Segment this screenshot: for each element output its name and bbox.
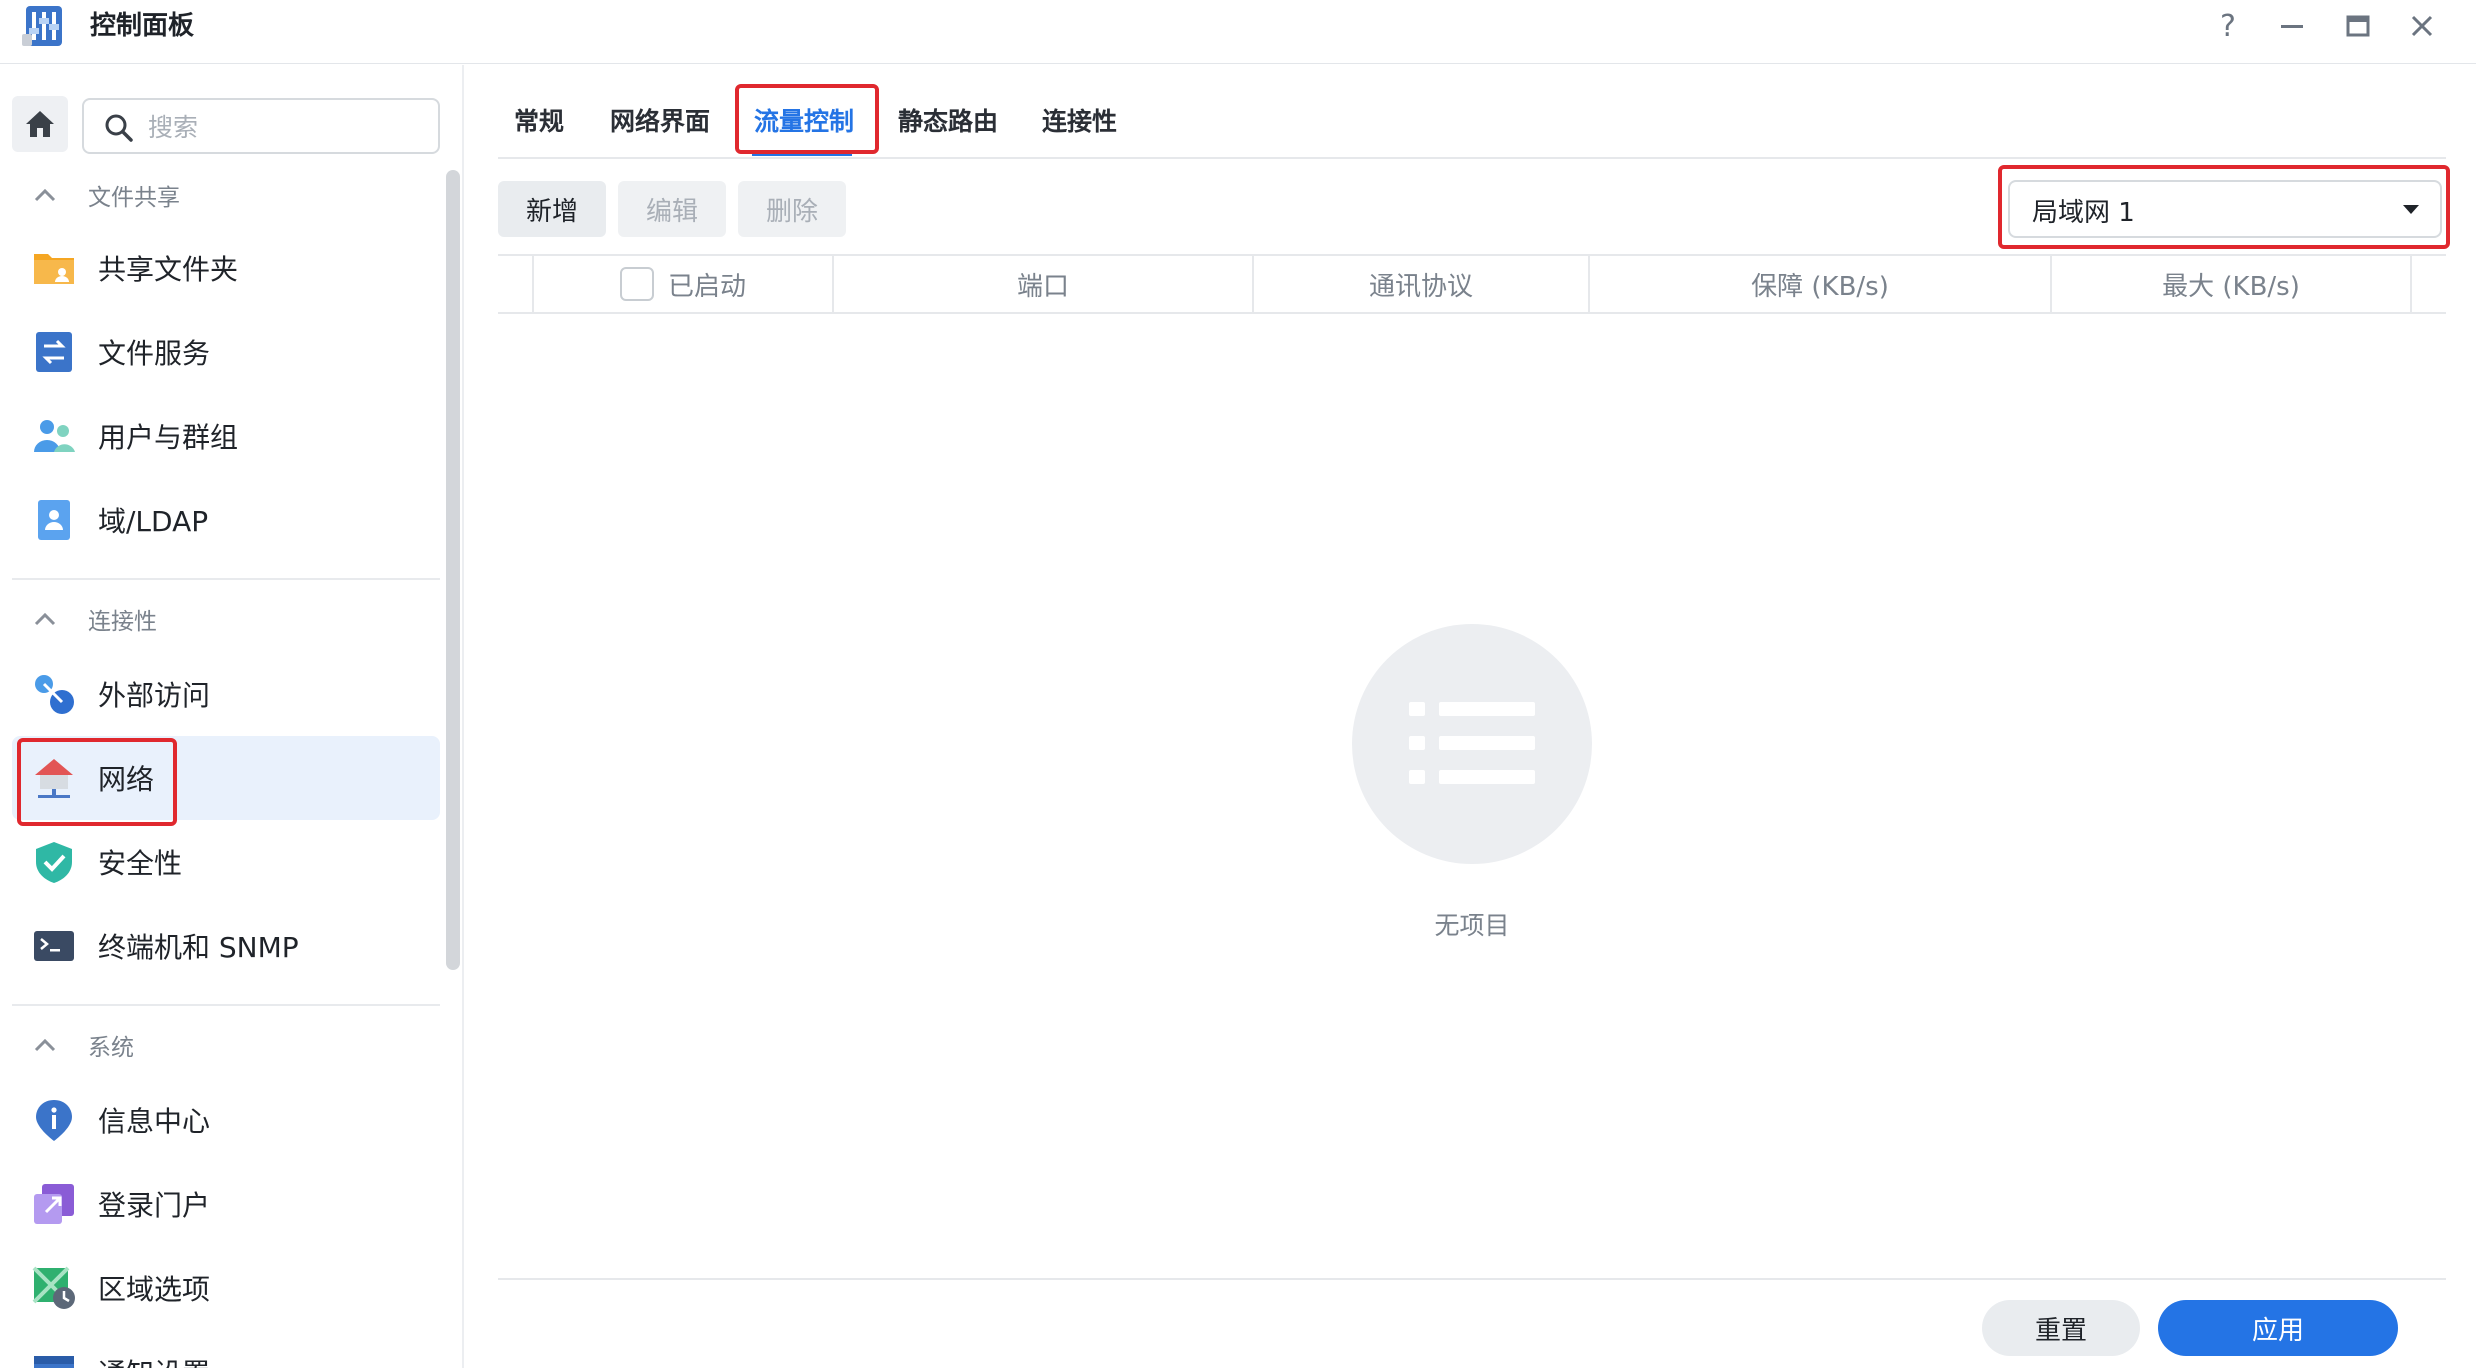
sidebar-item-domain-ldap[interactable]: 域/LDAP <box>12 478 440 562</box>
table-header-spacer <box>498 256 532 312</box>
chevron-up-icon <box>34 612 56 626</box>
chevron-up-icon <box>34 188 56 202</box>
maximize-button[interactable] <box>2336 6 2380 46</box>
highlight-traffic-control-tab <box>735 84 879 154</box>
info-icon <box>36 1100 72 1141</box>
tab-connectivity[interactable]: 连接性 <box>1042 100 1117 160</box>
sidebar-item-label: 共享文件夹 <box>98 253 239 286</box>
sidebar-divider <box>12 578 440 580</box>
close-icon <box>2411 15 2433 37</box>
maximize-icon <box>2346 15 2370 37</box>
notification-icon <box>34 1356 74 1368</box>
column-label: 已启动 <box>667 271 746 302</box>
section-title: 系统 <box>88 1035 134 1061</box>
highlight-network-item <box>17 738 177 826</box>
file-services-icon <box>36 332 72 372</box>
table-header: 已启动 端口 通讯协议 保障 (KB/s) 最大 (KB/s) <box>498 254 2446 314</box>
minimize-button[interactable] <box>2270 6 2314 46</box>
sidebar-item-shared-folder[interactable]: 共享文件夹 <box>12 226 440 310</box>
column-label: 通讯协议 <box>1368 271 1473 302</box>
sidebar-item-label: 终端机和 SNMP <box>98 931 299 964</box>
terminal-icon <box>34 931 74 961</box>
column-port[interactable]: 端口 <box>832 256 1252 312</box>
edit-button[interactable]: 编辑 <box>618 181 726 237</box>
home-icon <box>26 111 54 137</box>
sidebar-item-info-center[interactable]: 信息中心 <box>12 1078 440 1162</box>
tab-label: 连接性 <box>1042 107 1118 136</box>
sidebar: 文件共享 共享文件夹 文件服务 用户与群组 域/L <box>0 65 464 1368</box>
search-icon <box>105 114 133 142</box>
shared-folder-icon <box>34 254 74 284</box>
close-button[interactable] <box>2400 6 2444 46</box>
table-header-end <box>2410 256 2446 312</box>
select-all-checkbox[interactable] <box>619 267 654 301</box>
column-enabled[interactable]: 已启动 <box>532 256 832 312</box>
sidebar-item-label: 信息中心 <box>98 1105 211 1138</box>
external-access-icon <box>35 675 74 714</box>
empty-state-illustration <box>1352 624 1592 864</box>
reset-button[interactable]: 重置 <box>1982 1300 2140 1356</box>
sidebar-item-label: 用户与群组 <box>98 421 239 454</box>
home-button[interactable] <box>12 96 68 152</box>
sidebar-item-external-access[interactable]: 外部访问 <box>12 652 440 736</box>
sidebar-item-regional-options[interactable]: 区域选项 <box>12 1246 440 1330</box>
column-maximum[interactable]: 最大 (KB/s) <box>2050 256 2410 312</box>
window-title: 控制面板 <box>90 11 195 41</box>
column-label: 保障 (KB/s) <box>1751 271 1889 302</box>
title-bar: 控制面板 ? <box>0 0 2476 64</box>
shield-icon <box>36 842 72 883</box>
tab-label: 网络界面 <box>610 107 711 136</box>
empty-state-text: 无项目 <box>1434 911 1510 940</box>
section-header-connectivity[interactable]: 连接性 <box>30 599 157 639</box>
tab-static-route[interactable]: 静态路由 <box>898 100 998 160</box>
sidebar-item-notification[interactable]: 通知设置 <box>12 1330 440 1368</box>
tab-label: 常规 <box>514 107 565 136</box>
search-box[interactable] <box>82 98 440 154</box>
sidebar-item-label: 外部访问 <box>98 679 211 712</box>
tab-label: 静态路由 <box>898 107 999 136</box>
login-portal-icon <box>34 1184 74 1224</box>
sidebar-item-terminal-snmp[interactable]: 终端机和 SNMP <box>12 904 440 988</box>
sidebar-divider <box>12 1004 440 1006</box>
control-panel-app-icon <box>22 6 62 46</box>
column-guaranteed[interactable]: 保障 (KB/s) <box>1588 256 2050 312</box>
tab-network-interface[interactable]: 网络界面 <box>610 100 710 160</box>
section-header-system[interactable]: 系统 <box>30 1025 134 1065</box>
sidebar-item-file-services[interactable]: 文件服务 <box>12 310 440 394</box>
tab-general[interactable]: 常规 <box>514 100 564 160</box>
sidebar-item-login-portal[interactable]: 登录门户 <box>12 1162 440 1246</box>
delete-button[interactable]: 删除 <box>738 181 846 237</box>
search-input[interactable] <box>148 108 428 146</box>
section-header-file-sharing[interactable]: 文件共享 <box>30 175 180 215</box>
add-button[interactable]: 新增 <box>498 181 606 237</box>
sidebar-item-label: 文件服务 <box>98 337 211 370</box>
sidebar-item-label: 域/LDAP <box>98 505 209 538</box>
list-icon <box>1409 702 1535 784</box>
chevron-up-icon <box>34 1038 56 1052</box>
domain-ldap-icon <box>38 500 70 540</box>
section-title: 连接性 <box>88 609 157 635</box>
users-icon <box>34 420 75 452</box>
sidebar-item-security[interactable]: 安全性 <box>12 820 440 904</box>
section-title: 文件共享 <box>88 185 180 211</box>
regional-options-icon <box>32 1266 75 1309</box>
column-label: 最大 (KB/s) <box>2162 271 2300 302</box>
minimize-icon <box>2281 25 2303 28</box>
column-label: 端口 <box>1016 271 1069 302</box>
column-protocol[interactable]: 通讯协议 <box>1252 256 1588 312</box>
sidebar-item-label: 登录门户 <box>98 1189 211 1222</box>
footer-divider <box>498 1278 2446 1280</box>
apply-button[interactable]: 应用 <box>2158 1300 2398 1356</box>
sidebar-item-label: 通知设置 <box>98 1352 210 1368</box>
tabs-divider <box>498 157 2446 159</box>
highlight-interface-select <box>1998 165 2450 249</box>
sidebar-scrollbar[interactable] <box>446 170 460 970</box>
help-button[interactable]: ? <box>2206 6 2250 46</box>
help-icon: ? <box>2220 8 2236 44</box>
sidebar-item-label: 安全性 <box>98 847 183 880</box>
sidebar-item-label: 区域选项 <box>98 1273 211 1306</box>
sidebar-item-users-groups[interactable]: 用户与群组 <box>12 394 440 478</box>
